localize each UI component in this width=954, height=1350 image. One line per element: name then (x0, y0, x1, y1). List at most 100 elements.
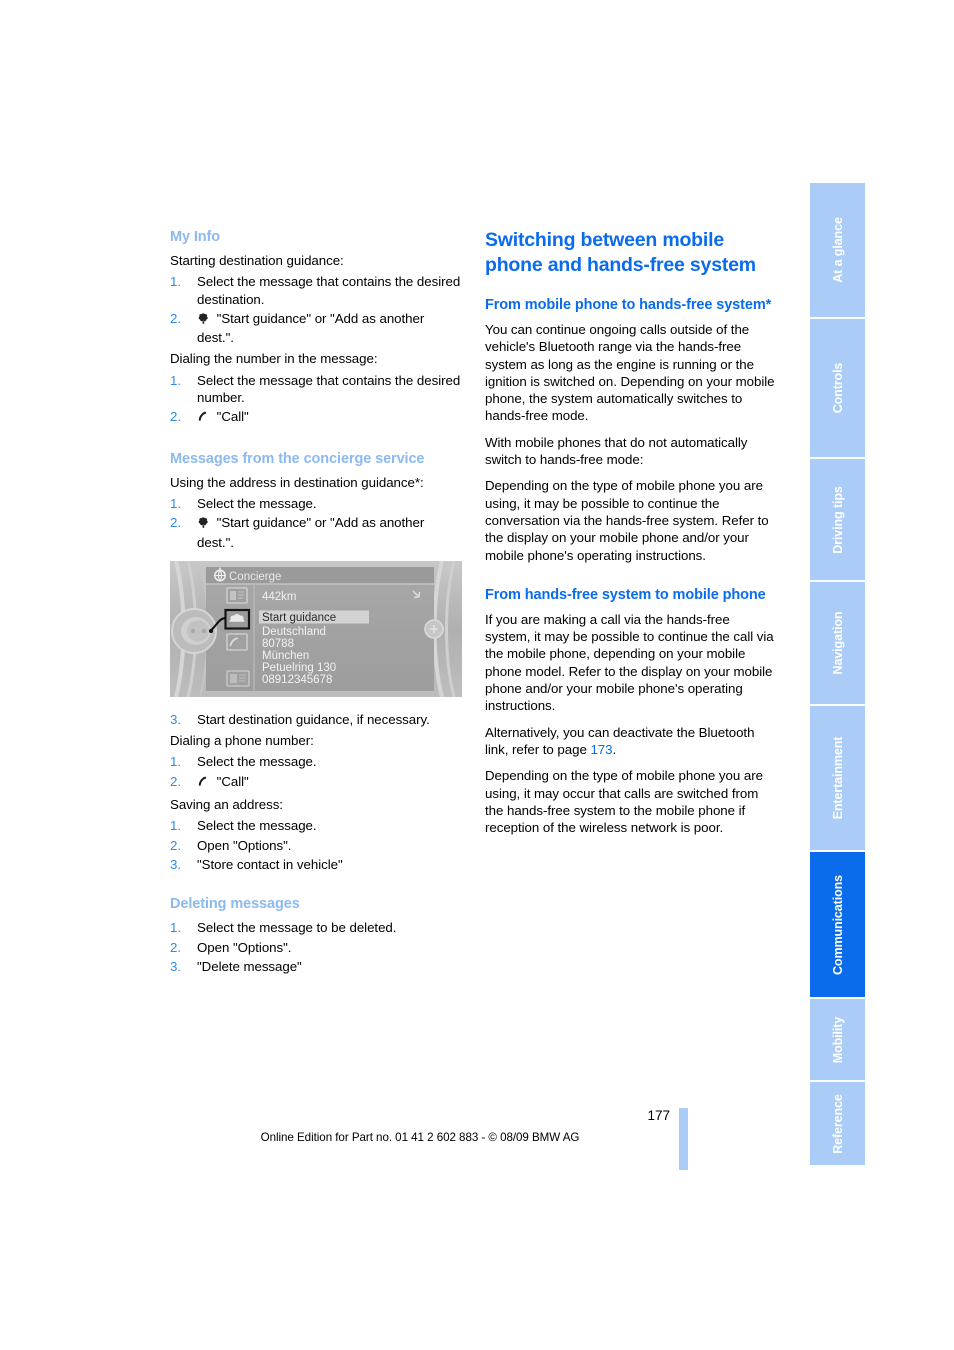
figure-title: Concierge (229, 571, 281, 583)
figure-distance: 442km (262, 591, 297, 603)
steps-dialing-number-in-message: 1. Select the message that contains the … (170, 372, 462, 428)
paragraph: You can continue ongoing calls outside o… (485, 322, 775, 424)
step-number: 2. (170, 310, 181, 326)
sidebar-item-reference[interactable]: Reference (810, 1082, 865, 1165)
paragraph: Depending on the type of mobile phone yo… (485, 768, 763, 836)
sidebar-item-label: Entertainment (830, 736, 845, 820)
paragraph-text: Alternatively, you can deactivate the Bl… (485, 724, 755, 757)
step-text: Open "Options". (197, 939, 292, 955)
sidebar-item-navigation[interactable]: Navigation (810, 582, 865, 706)
step-text: Select the message. (197, 495, 317, 511)
lead-saving-an-address: Saving an address: (170, 797, 283, 813)
heading-my-info: My Info (170, 229, 221, 245)
list-item: 1. Select the message that contains the … (170, 372, 462, 407)
phone-handset-icon (197, 775, 210, 792)
step-text: Select the message that contains the des… (197, 372, 461, 406)
page-number: 177 (647, 1108, 670, 1123)
figure-address-line: München (262, 650, 309, 662)
phone-handset-icon (197, 410, 210, 427)
sidebar-item-label: Driving tips (830, 485, 845, 554)
concierge-screen-illustration: Concierge 442km Start guidance Deutschla… (170, 560, 462, 697)
page-reference-link[interactable]: 173 (590, 742, 612, 757)
step-number: 3. (170, 856, 181, 872)
paragraph-with-page-reference: Alternatively, you can deactivate the Bl… (485, 724, 777, 759)
heading-from-mobile-phone-to-hands-free-system: From mobile phone to hands-free system* (485, 297, 772, 313)
heading-from-hands-free-system-to-mobile-phone: From hands-free system to mobile phone (485, 586, 766, 603)
sidebar-item-communications[interactable]: Communications (810, 852, 865, 999)
list-item: 2. Open "Options". (170, 837, 462, 854)
paragraph-suffix: . (612, 741, 617, 757)
step-text: "Store contact in vehicle" (197, 856, 343, 872)
sidebar-item-label: Reference (830, 1093, 845, 1154)
step-text: Select the message that contains the des… (197, 274, 461, 307)
steps-deleting-messages: 1. Select the message to be deleted. 2. … (170, 919, 462, 975)
right-knob-illustration (424, 619, 444, 639)
step-number: 1. (170, 372, 181, 388)
step-text: "Start guidance" or "Add as another dest… (197, 310, 425, 346)
step-number: 2. (170, 409, 181, 425)
sidebar-item-mobility[interactable]: Mobility (810, 999, 865, 1082)
steps-dialing-phone-number: 1. Select the message. 2. "Call" (170, 753, 462, 792)
step-number: 3. (170, 958, 181, 974)
sidebar-item-entertainment[interactable]: Entertainment (810, 706, 865, 852)
sidebar-item-at-a-glance[interactable]: At a glance (810, 183, 865, 319)
lead-starting-destination-guidance: Starting destination guidance: (170, 253, 344, 268)
step-number: 1. (170, 920, 181, 936)
step-number: 1. (170, 274, 181, 290)
list-item: 2. "Start guidance" or "Add as another d… (170, 310, 462, 347)
step-number: 3. (170, 711, 181, 727)
steps-after-figure: 3. Start destination guidance, if necess… (170, 711, 462, 728)
sidebar-item-label: At a glance (830, 217, 845, 283)
lead-dialing-number-in-message: Dialing the number in the message: (170, 351, 378, 367)
list-item: 1. Select the message. (170, 495, 462, 512)
step-number: 2. (170, 837, 181, 853)
sidebar-item-controls[interactable]: Controls (810, 319, 865, 459)
list-item: 2. "Call" (170, 773, 462, 792)
figure-address-line: 80788 (262, 638, 294, 650)
lead-using-address-in-destination-guidance: Using the address in destination guidanc… (170, 474, 424, 490)
step-number: 2. (170, 773, 181, 789)
step-number: 2. (170, 939, 181, 955)
step-text: "Call" (216, 409, 249, 425)
list-item: 1. Select the message to be deleted. (170, 919, 462, 936)
figure-address-line: Deutschland (262, 626, 326, 638)
step-number: 1. (170, 818, 181, 834)
sidebar-item-label: Communications (830, 874, 845, 975)
step-text: "Call" (216, 773, 249, 789)
steps-using-address: 1. Select the message. 2. "Start guidanc… (170, 495, 462, 551)
figure-address-line: Petuelring 130 (262, 662, 336, 674)
list-item: 3. Start destination guidance, if necess… (170, 711, 462, 728)
steps-starting-destination-guidance: 1. Select the message that contains the … (170, 273, 462, 346)
heading-deleting-messages: Deleting messages (170, 896, 300, 913)
left-column: My Info Starting destination guidance: 1… (170, 228, 462, 979)
right-column: Switching between mobile phone and hands… (485, 228, 777, 845)
page-title: Switching between mobile phone and hands… (485, 229, 756, 276)
chapter-tab-bar: At a glance Controls Driving tips Naviga… (810, 183, 865, 1165)
list-item: 1. Select the message. (170, 817, 462, 834)
sidebar-item-label: Controls (830, 362, 845, 414)
list-item: 3. "Delete message" (170, 958, 462, 975)
sidebar-item-driving-tips[interactable]: Driving tips (810, 459, 865, 582)
step-number: 1. (170, 754, 181, 770)
step-text: Start destination guidance, if necessary… (197, 711, 430, 727)
sidebar-item-label: Mobility (830, 1016, 845, 1063)
step-text: "Start guidance" or "Add as another dest… (197, 515, 425, 550)
step-text: Select the message to be deleted. (197, 920, 397, 936)
step-number: 2. (170, 515, 181, 531)
rail-icon-destination-guidance-selected (224, 608, 251, 630)
paragraph: If you are making a call via the hands-f… (485, 611, 774, 714)
list-item: 2. "Start guidance" or "Add as another d… (170, 514, 462, 551)
list-item: 3. "Store contact in vehicle" (170, 856, 462, 873)
rail-icon-contact-card (226, 587, 248, 604)
step-text: Select the message. (197, 818, 317, 834)
step-text: "Delete message" (197, 958, 302, 974)
heading-messages-from-concierge-service: Messages from the concierge service (170, 450, 425, 467)
figure-concierge-control-display: Concierge 442km Start guidance Deutschla… (170, 560, 462, 697)
step-number: 1. (170, 495, 181, 511)
rail-icon-call (226, 633, 248, 651)
figure-highlighted-item: Start guidance (262, 612, 336, 624)
destination-guidance-icon (197, 312, 210, 329)
list-item: 1. Select the message. (170, 753, 462, 770)
destination-guidance-icon (197, 516, 210, 533)
steps-saving-an-address: 1. Select the message. 2. Open "Options"… (170, 817, 462, 873)
